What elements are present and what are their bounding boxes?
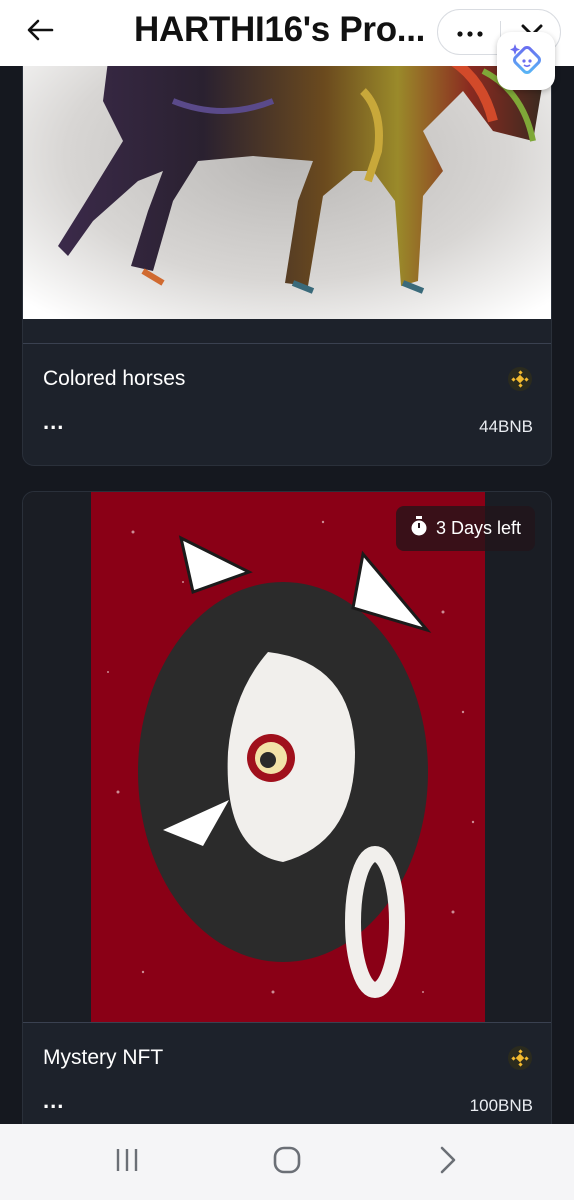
recents-icon xyxy=(115,1148,139,1177)
nft-price: 100BNB xyxy=(469,1096,533,1115)
more-options-button[interactable]: ... xyxy=(43,409,64,435)
back-button[interactable] xyxy=(22,14,58,50)
recents-button[interactable] xyxy=(107,1144,147,1180)
time-left-text: 3 Days left xyxy=(436,518,522,538)
card-divider xyxy=(23,343,551,344)
bnb-icon xyxy=(507,1045,533,1071)
card-divider xyxy=(23,1022,551,1023)
assistant-button[interactable] xyxy=(497,32,555,90)
system-back-button[interactable] xyxy=(428,1144,468,1180)
nft-price: 44BNB xyxy=(479,417,533,436)
more-horizontal-icon xyxy=(457,24,483,42)
nft-card-mystery-nft[interactable]: 3 Days left Mystery NFT ... 100BNB xyxy=(22,491,552,1141)
nft-name[interactable]: Mystery NFT xyxy=(43,1046,163,1070)
home-button[interactable] xyxy=(267,1144,307,1180)
system-navigation-bar xyxy=(0,1124,574,1200)
arrow-left-icon xyxy=(26,18,54,47)
stopwatch-icon xyxy=(410,516,428,541)
page-title: HARTHI16's Pro... xyxy=(134,10,426,49)
bnb-icon xyxy=(507,366,533,392)
home-icon xyxy=(273,1146,301,1179)
more-button[interactable] xyxy=(452,18,488,48)
time-left-badge: 3 Days left xyxy=(396,506,536,551)
app-header: HARTHI16's Pro... xyxy=(0,0,574,66)
sparkle-assistant-icon xyxy=(507,40,545,83)
nft-card-colored-horses[interactable]: Colored horses ... 44BNB xyxy=(22,20,552,466)
nft-name[interactable]: Colored horses xyxy=(43,367,185,391)
nft-artwork-mystery-nft[interactable] xyxy=(23,492,551,1022)
more-options-button[interactable]: ... xyxy=(43,1088,64,1114)
back-chevron-icon xyxy=(439,1146,457,1179)
